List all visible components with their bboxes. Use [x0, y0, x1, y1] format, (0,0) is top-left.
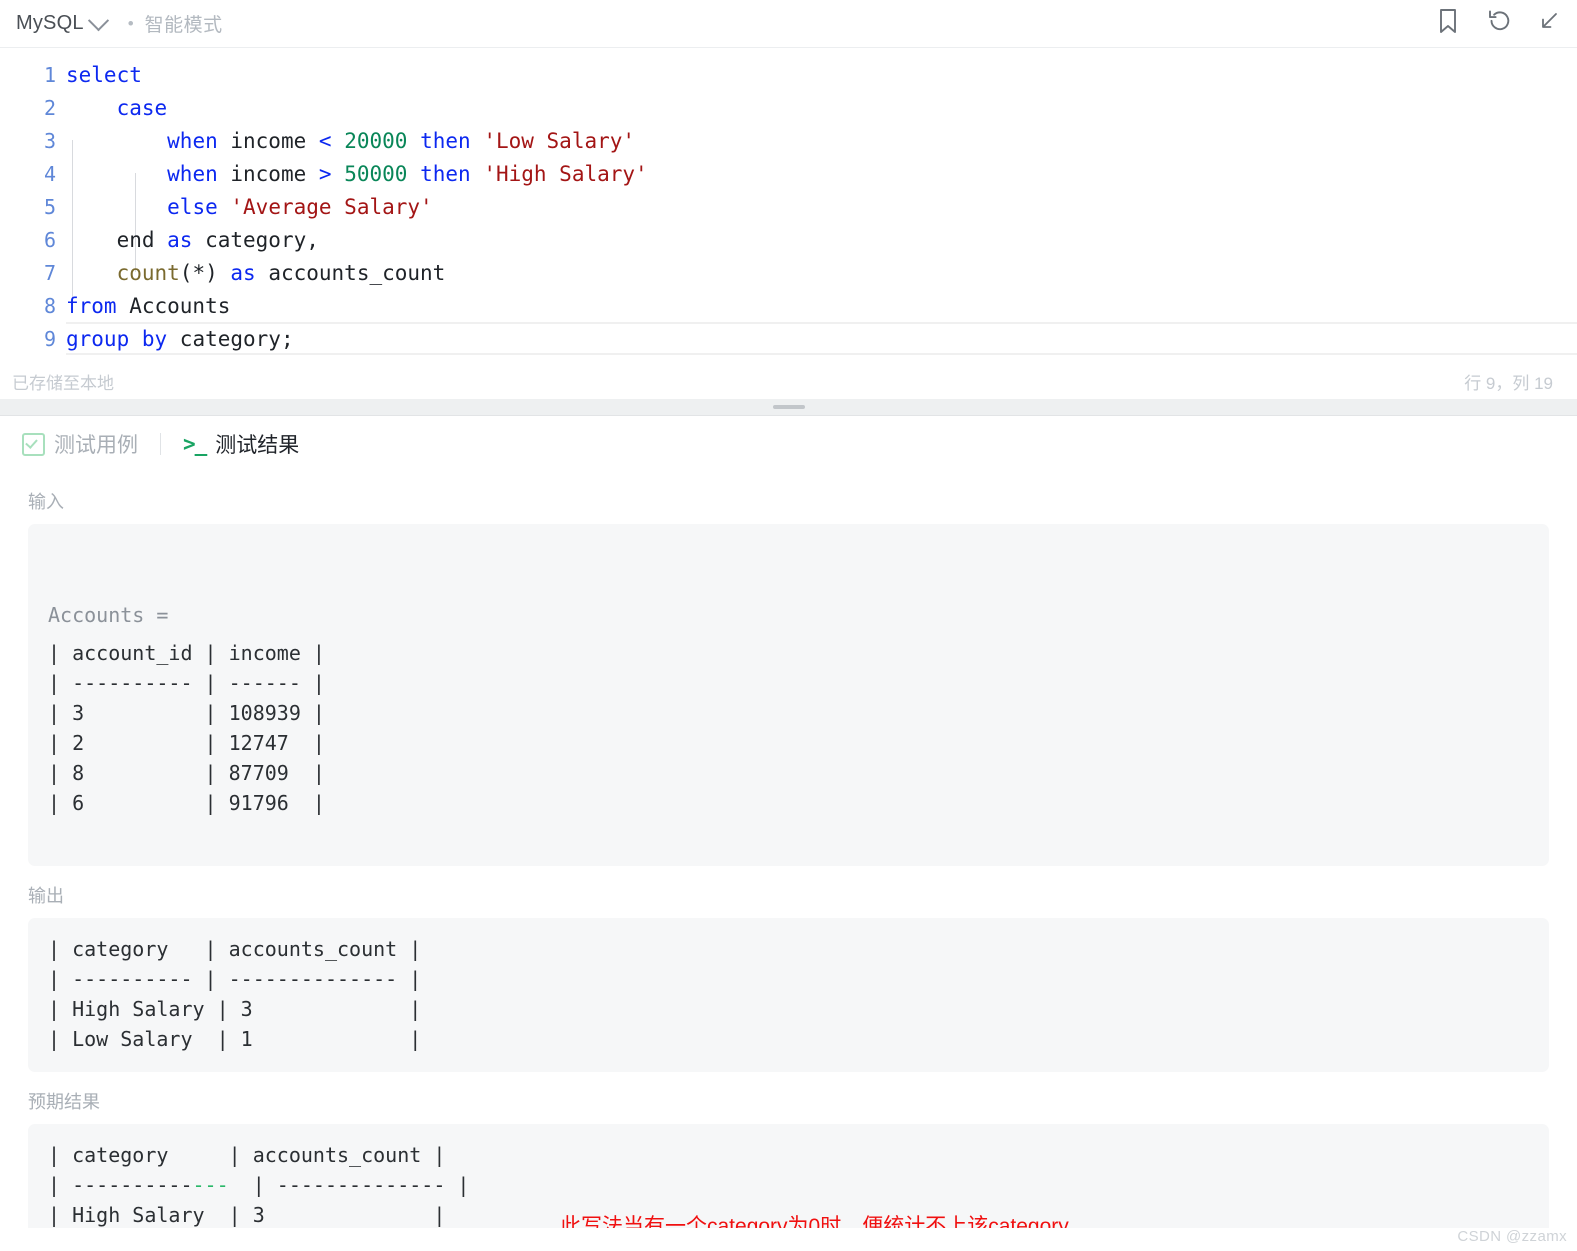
code-text: group by category; [66, 326, 294, 351]
code-text: when income < 20000 then 'Low Salary' [167, 128, 636, 153]
line-number: 2 [43, 95, 56, 120]
input-table-name: Accounts = [48, 603, 169, 627]
line-number: 3 [43, 128, 56, 153]
code-text: when income > 50000 then 'High Salary' [167, 161, 648, 186]
tab-divider [160, 433, 161, 455]
output-section: 输出 | category | accounts_count | | -----… [0, 882, 1577, 1072]
input-label: 输入 [28, 492, 64, 512]
expected-table-text: | category | accounts_count | | --------… [48, 1143, 470, 1227]
input-section: 输入 Accounts = | account_id | income | | -… [0, 488, 1577, 866]
smart-mode-label: 智能模式 [144, 15, 223, 36]
chevron-down-icon [87, 10, 109, 32]
code-line[interactable]: 8 from Accounts [0, 289, 1577, 322]
tab-test-result-label: 测试结果 [215, 434, 300, 457]
top-bar-actions [1436, 8, 1559, 39]
code-line[interactable]: 1 select [0, 58, 1577, 91]
code-text: count(*) as accounts_count [116, 260, 446, 285]
code-line[interactable]: 9 group by category; [0, 322, 1577, 355]
expected-diff-segment: --- [192, 1173, 229, 1197]
output-codebox: | category | accounts_count | | --------… [28, 918, 1549, 1072]
sql-editor[interactable]: 1 select 2 case 3 when income < 20000 then … [0, 48, 1577, 363]
separator-dot: • [127, 14, 134, 33]
line-number: 6 [43, 227, 56, 252]
code-line[interactable]: 6 end as category, [0, 223, 1577, 256]
line-number: 9 [43, 326, 56, 351]
language-label: MySQL [16, 12, 84, 34]
indent-guide [135, 173, 136, 272]
input-codebox: Accounts = | account_id | income | | ----… [28, 524, 1549, 866]
code-line[interactable]: 5 else 'Average Salary' [0, 190, 1577, 223]
result-tabs: 测试用例 >_ 测试结果 [0, 416, 1577, 472]
code-text: case [116, 95, 168, 120]
result-panel: 测试用例 >_ 测试结果 输入 Accounts = | account_id |… [0, 416, 1577, 1228]
terminal-prompt-icon: >_ [183, 432, 207, 456]
code-line[interactable]: 4 when income > 50000 then 'High Salary' [0, 157, 1577, 190]
resizer-grip[interactable] [772, 405, 805, 409]
expected-section: 预期结果 | category | accounts_count | | ---… [0, 1088, 1577, 1228]
code-text: end as category, [66, 227, 319, 252]
editor-status-bar: 已存储至本地 行 9，列 19 [0, 363, 1577, 399]
expected-label: 预期结果 [28, 1092, 100, 1112]
tab-test-result[interactable]: >_ 测试结果 [179, 429, 303, 459]
code-lines[interactable]: 1 select 2 case 3 when income < 20000 then … [0, 58, 1577, 355]
line-number: 1 [43, 62, 56, 87]
reset-icon[interactable] [1486, 8, 1513, 39]
save-status-label: 已存储至本地 [12, 373, 114, 393]
top-bar: MySQL • 智能模式 [0, 0, 1577, 48]
output-label: 输出 [28, 886, 64, 906]
annotation-text: 此写法当有一个category为0时，便统计不上该category [560, 1215, 1069, 1228]
code-line[interactable]: 7 count(*) as accounts_count [0, 256, 1577, 289]
line-number: 7 [43, 260, 56, 285]
code-text: select [66, 62, 142, 87]
code-text: from Accounts [66, 293, 231, 318]
collapse-icon[interactable] [1539, 11, 1559, 36]
output-table-text: | category | accounts_count | | --------… [48, 937, 422, 1051]
checkbox-icon [22, 432, 45, 456]
code-line[interactable]: 2 case [0, 91, 1577, 124]
watermark: CSDN @zzamx [1457, 1228, 1567, 1245]
line-number: 5 [43, 194, 56, 219]
tab-test-cases[interactable]: 测试用例 [18, 429, 142, 459]
bookmark-icon[interactable] [1436, 8, 1460, 39]
panel-resizer[interactable] [0, 399, 1577, 416]
input-table-text: | account_id | income | | ---------- | -… [48, 641, 325, 815]
tab-test-cases-label: 测试用例 [54, 434, 138, 457]
language-selector[interactable]: MySQL [16, 10, 109, 35]
code-text: else 'Average Salary' [167, 194, 433, 219]
line-number: 8 [43, 293, 56, 318]
line-number: 4 [43, 161, 56, 186]
code-line[interactable]: 3 when income < 20000 then 'Low Salary' [0, 124, 1577, 157]
cursor-position-label: 行 9，列 19 [1464, 373, 1553, 393]
